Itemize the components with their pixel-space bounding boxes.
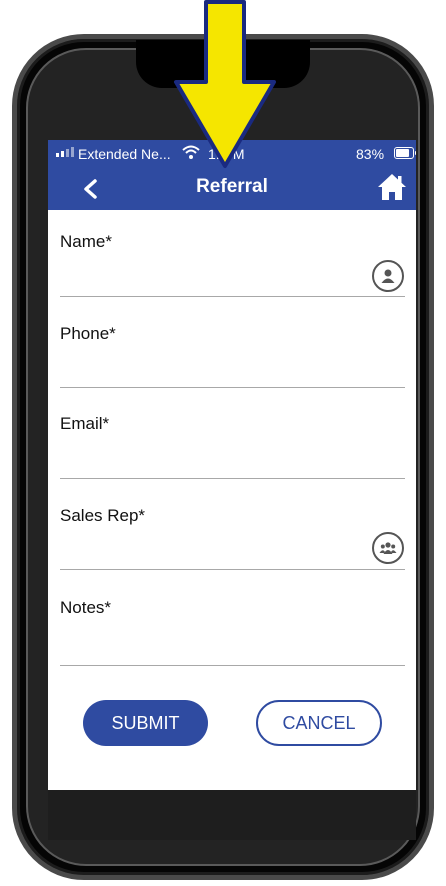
notes-label: Notes* bbox=[60, 598, 112, 617]
phone-label: Phone* bbox=[60, 324, 116, 343]
group-people-icon bbox=[379, 542, 397, 554]
battery-icon bbox=[394, 147, 416, 159]
battery-percent: 83% bbox=[356, 146, 385, 162]
email-label: Email* bbox=[60, 414, 110, 433]
submit-button[interactable]: SUBMIT bbox=[83, 700, 208, 746]
email-underline bbox=[60, 478, 405, 479]
name-input[interactable] bbox=[60, 258, 370, 294]
email-input[interactable] bbox=[60, 440, 405, 476]
home-button[interactable] bbox=[376, 172, 408, 202]
sales-rep-picker-button[interactable] bbox=[372, 532, 404, 564]
carrier-label: Extended Ne... bbox=[78, 146, 171, 162]
sales-rep-underline bbox=[60, 569, 405, 570]
name-underline bbox=[60, 296, 405, 297]
annotation-arrow-icon bbox=[174, 0, 276, 168]
app-screen: Extended Ne... 1: PM 83% Referral Name* bbox=[48, 140, 416, 790]
name-label: Name* bbox=[60, 232, 112, 251]
sales-rep-input[interactable] bbox=[60, 532, 370, 568]
phone-underline bbox=[60, 387, 405, 388]
home-icon bbox=[378, 174, 406, 200]
sales-rep-label: Sales Rep* bbox=[60, 506, 146, 525]
notes-underline bbox=[60, 665, 405, 666]
notes-input[interactable] bbox=[60, 624, 405, 664]
signal-icon bbox=[56, 147, 74, 157]
contact-person-icon bbox=[381, 269, 395, 283]
contact-picker-button[interactable] bbox=[372, 260, 404, 292]
page-title: Referral bbox=[196, 176, 268, 197]
cancel-button[interactable]: CANCEL bbox=[256, 700, 382, 746]
screen-bottom-area bbox=[48, 790, 416, 840]
phone-input[interactable] bbox=[60, 350, 405, 386]
